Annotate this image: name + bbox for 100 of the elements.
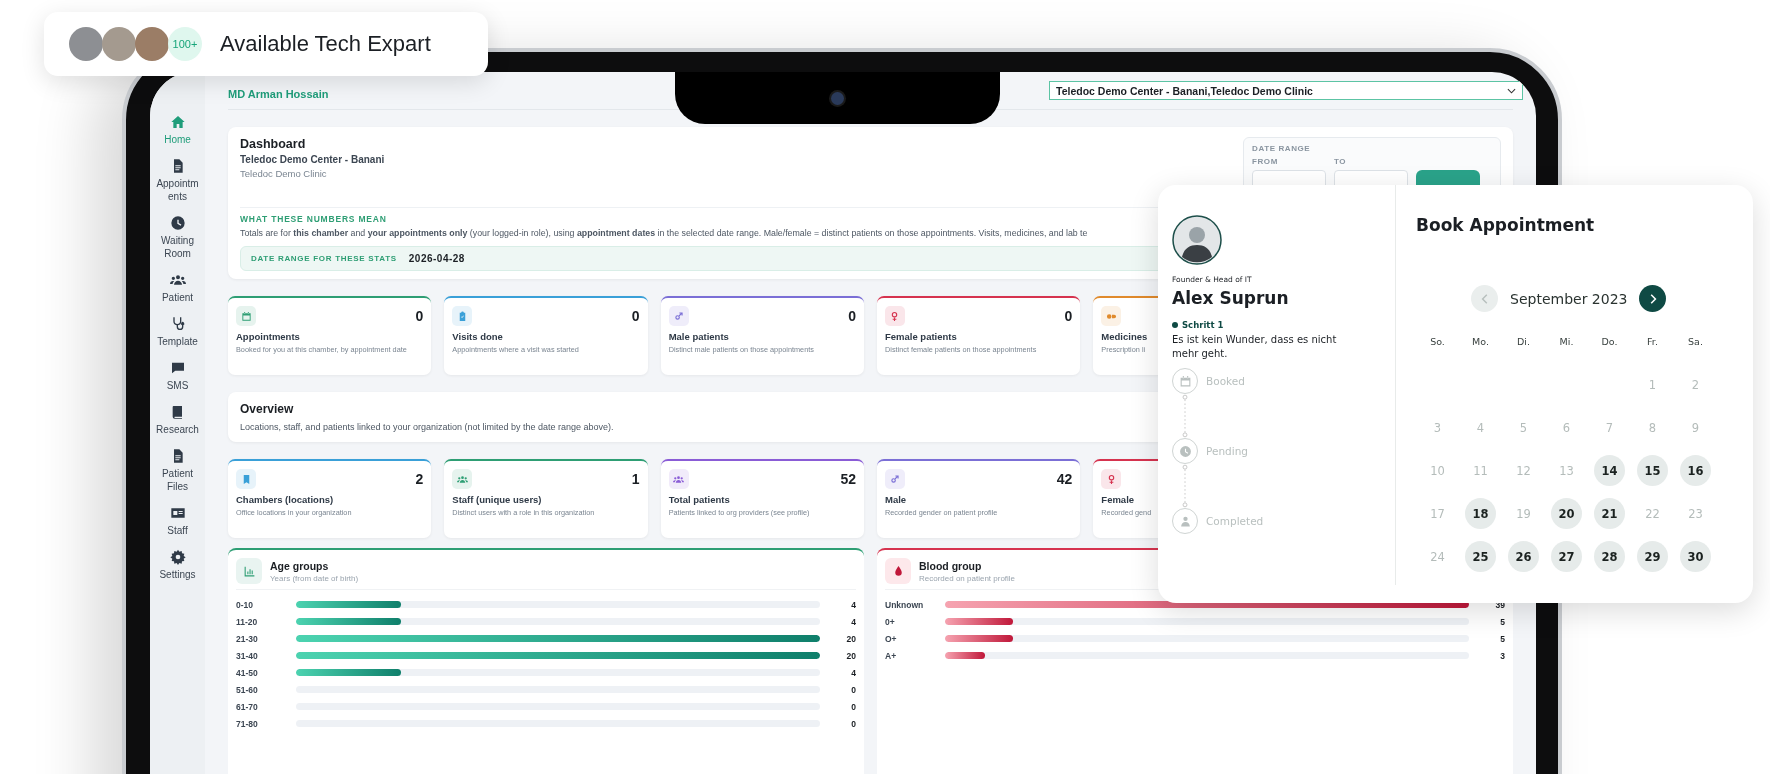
previous-month-button[interactable] (1471, 285, 1498, 312)
calendar-day: 4 (1465, 412, 1496, 443)
page-title: Dashboard (240, 137, 307, 151)
available-day[interactable]: 29 (1637, 541, 1668, 572)
stat-label: Female patients (885, 331, 957, 342)
row-count: 20 (845, 650, 856, 661)
stat-label: Visits done (452, 331, 503, 342)
row-count: 0 (850, 718, 856, 729)
sidebar-item[interactable]: Patient Files (155, 448, 200, 493)
male-symbol-icon (668, 306, 689, 326)
available-day[interactable]: 26 (1508, 541, 1539, 572)
sidebar-item[interactable]: SMS (155, 360, 200, 392)
available-day[interactable]: 21 (1594, 498, 1625, 529)
sidebar-item[interactable]: Patient (155, 272, 200, 304)
row-label: A+ (885, 650, 898, 661)
explanation-text: Totals are for this chamber and your appointments only (your logged-in role), using appointment dates in the selected date range. Male/female = distinct patients on those appointments. Visits, medicines, and lab te (240, 228, 1089, 238)
stat-value: 0 (1064, 308, 1073, 324)
available-day[interactable]: 18 (1465, 498, 1496, 529)
date-range-label: DATE RANGE (1252, 144, 1312, 153)
step-dot-icon (1172, 322, 1178, 328)
row-count: 5 (1499, 616, 1505, 627)
calendar-icon (236, 306, 256, 326)
blood-drop-icon (885, 558, 911, 584)
stat-label: Chambers (locations) (236, 494, 334, 505)
step-status: Booked (1206, 375, 1245, 387)
sidebar-item[interactable]: Staff (155, 505, 200, 537)
row-count: 3 (1499, 650, 1505, 661)
calendar-day: 7 (1594, 412, 1625, 443)
calendar-day: 23 (1680, 498, 1711, 529)
chevron-down-icon (1507, 87, 1516, 94)
sidebar-item[interactable]: Waiting Room (155, 215, 200, 260)
step-text: Es ist kein Wunder, dass es nicht mehr geht. (1172, 333, 1338, 360)
sidebar-item[interactable]: Template (155, 316, 200, 348)
calendar-day: 19 (1508, 498, 1539, 529)
weekday-label: Mi. (1559, 336, 1574, 347)
stat-value: 1 (631, 471, 640, 487)
id-card-icon (169, 505, 186, 521)
panel-title: Blood group (919, 559, 983, 572)
calendar-day: 24 (1422, 541, 1453, 572)
available-day[interactable]: 15 (1637, 455, 1668, 486)
calendar-day: 12 (1508, 455, 1539, 486)
row-label: 11-20 (236, 616, 259, 627)
female-symbol-icon (885, 306, 905, 326)
step-label: Schritt 1 (1182, 320, 1224, 330)
section-description: Locations, staff, and patients linked to your organization (not limited by the date range above). (240, 422, 614, 432)
row-label: 71-80 (236, 718, 259, 729)
female-symbol-icon (1101, 469, 1122, 489)
weekday-label: Fr. (1647, 336, 1658, 347)
calendar-day: 1 (1637, 369, 1668, 400)
calendar-day: 5 (1508, 412, 1539, 443)
weekday-label: Di. (1517, 336, 1530, 347)
row-count: 20 (845, 633, 856, 644)
people-icon (668, 469, 689, 489)
bar-chart-icon (236, 558, 262, 584)
people-icon (169, 272, 186, 288)
stat-label: Female (1101, 494, 1135, 505)
panel-subtitle: Years (from date of birth) (270, 573, 359, 583)
row-label: 21-30 (236, 633, 259, 644)
sidebar-item[interactable]: Research (155, 404, 200, 436)
calendar-day: 13 (1551, 455, 1582, 486)
available-day[interactable]: 25 (1465, 541, 1496, 572)
available-day[interactable]: 20 (1551, 498, 1582, 529)
row-count: 0 (850, 701, 856, 712)
row-label: 0+ (885, 616, 896, 627)
dotted-connector (1181, 394, 1189, 438)
sidebar-item[interactable]: Settings (155, 549, 200, 581)
row-count: 0 (850, 684, 856, 695)
avatar-placeholder (69, 27, 103, 61)
row-label: 61-70 (236, 701, 259, 712)
pills-icon (1101, 306, 1122, 326)
available-day[interactable]: 28 (1594, 541, 1625, 572)
stats-range-value: 2026-04-28 (408, 253, 465, 264)
available-day[interactable]: 16 (1680, 455, 1711, 486)
stats-range-label: DATE RANGE FOR THESE STATS (251, 254, 397, 263)
row-label: Unknown (885, 599, 925, 610)
available-day[interactable]: 30 (1680, 541, 1711, 572)
dotted-connector (1181, 464, 1189, 508)
available-day[interactable]: 27 (1551, 541, 1582, 572)
step-status: Completed (1206, 515, 1264, 527)
clinic-select[interactable]: Teledoc Demo Center - Banani,Teledoc Demo Clinic (1049, 81, 1523, 100)
male-symbol-icon (885, 469, 905, 489)
calendar-day: 3 (1422, 412, 1453, 443)
available-day[interactable]: 14 (1594, 455, 1625, 486)
stat-value: 42 (1056, 471, 1073, 487)
sidebar-item[interactable]: Appointments (155, 158, 200, 203)
calendar-day: 17 (1422, 498, 1453, 529)
house-icon (169, 114, 186, 130)
calendar-day: 22 (1637, 498, 1668, 529)
section-title: Overview (240, 402, 294, 416)
row-label: 51-60 (236, 684, 259, 695)
calendar-day: 8 (1637, 412, 1668, 443)
next-month-button[interactable] (1639, 285, 1667, 312)
step-status: Pending (1206, 445, 1248, 457)
weekday-label: Sa. (1688, 336, 1703, 347)
bookmark-icon (236, 469, 256, 489)
settings-icon (169, 549, 186, 565)
chat-bubble-icon (169, 360, 186, 376)
badge-text: Available Tech Expart (220, 31, 431, 57)
booking-title: Book Appointment (1416, 215, 1596, 235)
row-label: 0-10 (236, 599, 254, 610)
